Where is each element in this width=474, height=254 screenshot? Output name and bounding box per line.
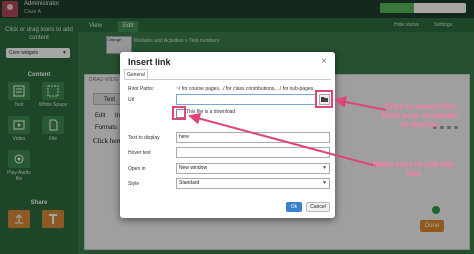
app-window: Administrator Class A 40% Click or drag …	[0, 0, 474, 254]
tick-callout-arrow	[188, 112, 377, 167]
search-callout-arrow	[334, 96, 387, 111]
search-file-callout: Click to search file from your computer …	[381, 102, 458, 129]
tick-box-callout: Make sure to tick this box	[373, 160, 455, 178]
